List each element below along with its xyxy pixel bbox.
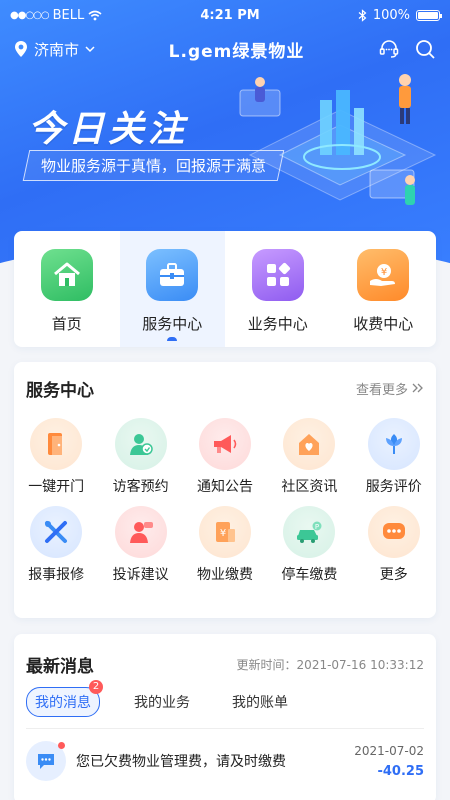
battery-icon (415, 9, 442, 21)
service-label: 停车缴费 (281, 567, 338, 583)
service-property-fee[interactable]: ¥ 物业缴费 (183, 506, 267, 584)
yen-hand-icon: ¥ (357, 249, 410, 301)
unread-badge: 2 (89, 680, 103, 694)
location-pin-icon (15, 41, 27, 57)
visitor-icon (114, 418, 167, 470)
tab-label: 我的业务 (134, 695, 190, 711)
city-label: 济南市 (34, 40, 80, 59)
message-item[interactable]: 您已欠费物业管理费，请及时缴费 2021-07-02 -40.25 (14, 729, 436, 793)
service-notice[interactable]: 通知公告 (183, 418, 267, 496)
flower-icon (367, 418, 420, 470)
community-heart-icon (283, 418, 336, 470)
service-parking-fee[interactable]: P 停车缴费 (267, 506, 351, 584)
quick-nav-business[interactable]: 业务中心 (225, 231, 331, 347)
grid-apps-icon (251, 249, 304, 301)
signal-icon: ●●○○○ (10, 9, 50, 21)
service-label: 通知公告 (196, 479, 253, 495)
customer-service-icon[interactable] (378, 38, 400, 60)
quick-nav-label: 收费中心 (353, 315, 414, 333)
quick-nav-label: 服务中心 (142, 315, 203, 333)
double-chevron-right-icon (412, 383, 423, 393)
battery-level (417, 11, 438, 19)
chevron-down-icon (85, 46, 95, 53)
service-open-door[interactable]: 一键开门 (14, 418, 98, 496)
svg-text:¥: ¥ (220, 528, 226, 539)
search-icon[interactable] (414, 38, 436, 60)
service-label: 一键开门 (28, 479, 85, 495)
quick-nav-card: 首页 服务中心 业务中心 ¥ 收费中心 (14, 231, 436, 347)
wifi-icon (88, 10, 102, 20)
quick-nav-service[interactable]: 服务中心 (119, 231, 225, 347)
status-bar: ●●○○○ BELL 4:21 PM 100% (0, 0, 450, 30)
tools-icon (30, 506, 83, 558)
latest-messages-card: 最新消息 更新时间：2021-07-16 10:33:12 我的消息 2 我的业… (14, 634, 436, 800)
clock: 4:21 PM (200, 7, 260, 23)
service-label: 服务评价 (365, 479, 422, 495)
tab-label: 我的消息 (35, 695, 91, 711)
quick-nav-fee[interactable]: ¥ 收费中心 (331, 231, 437, 347)
quick-nav-home[interactable]: 首页 (14, 231, 120, 347)
service-more[interactable]: 更多 (352, 506, 436, 584)
svg-text:P: P (315, 523, 319, 531)
service-label: 更多 (379, 567, 408, 583)
app-logo: L.gem绿景物业 (168, 41, 305, 62)
unread-dot (58, 742, 65, 749)
quick-nav-label: 首页 (51, 315, 82, 333)
update-time: 更新时间：2021-07-16 10:33:12 (236, 657, 424, 672)
complaint-icon (114, 506, 167, 558)
bluetooth-icon (358, 8, 367, 22)
service-label: 投诉建议 (112, 567, 169, 583)
service-center-card: 服务中心 查看更多 一键开门 访客预约 通知公告 社区资讯 服务评价 报事报修 … (14, 362, 436, 618)
door-icon (30, 418, 83, 470)
service-label: 物业缴费 (196, 567, 253, 583)
hero-illustration (239, 74, 437, 205)
service-label: 报事报修 (28, 567, 85, 583)
svg-text:¥: ¥ (381, 267, 387, 278)
message-text: 您已欠费物业管理费，请及时缴费 (76, 754, 286, 770)
service-rating[interactable]: 服务评价 (352, 418, 436, 496)
view-more-link[interactable]: 查看更多 (356, 379, 424, 398)
service-label: 访客预约 (112, 479, 169, 495)
message-amount: -40.25 (377, 763, 424, 779)
car-icon: P (283, 506, 336, 558)
property-bill-icon: ¥ (198, 506, 251, 558)
tab-my-business[interactable]: 我的业务 (126, 688, 198, 716)
hero-title: 今日关注 (28, 109, 189, 150)
city-selector[interactable]: 济南市 (14, 39, 95, 60)
message-date: 2021-07-02 (354, 743, 424, 758)
section-title: 最新消息 (26, 656, 94, 677)
chat-bubble-icon (26, 741, 66, 781)
service-community-news[interactable]: 社区资讯 (267, 418, 351, 496)
tab-my-messages[interactable]: 我的消息 2 (26, 680, 103, 717)
service-repair[interactable]: 报事报修 (14, 506, 98, 584)
service-visitor[interactable]: 访客预约 (98, 418, 182, 496)
home-icon (40, 249, 93, 301)
carrier-label: BELL (52, 7, 85, 23)
service-complaint[interactable]: 投诉建议 (98, 506, 182, 584)
more-dots-icon (367, 506, 420, 558)
megaphone-icon (198, 418, 251, 470)
tab-my-bills[interactable]: 我的账单 (224, 688, 296, 716)
battery-percent: 100% (372, 7, 410, 23)
quick-nav-label: 业务中心 (247, 315, 308, 333)
section-title: 服务中心 (26, 380, 94, 401)
message-tabs: 我的消息 2 我的业务 我的账单 (14, 680, 436, 718)
briefcase-icon (146, 249, 199, 301)
service-label: 社区资讯 (281, 479, 338, 495)
tab-label: 我的账单 (232, 695, 288, 711)
view-more-label: 查看更多 (355, 382, 408, 398)
